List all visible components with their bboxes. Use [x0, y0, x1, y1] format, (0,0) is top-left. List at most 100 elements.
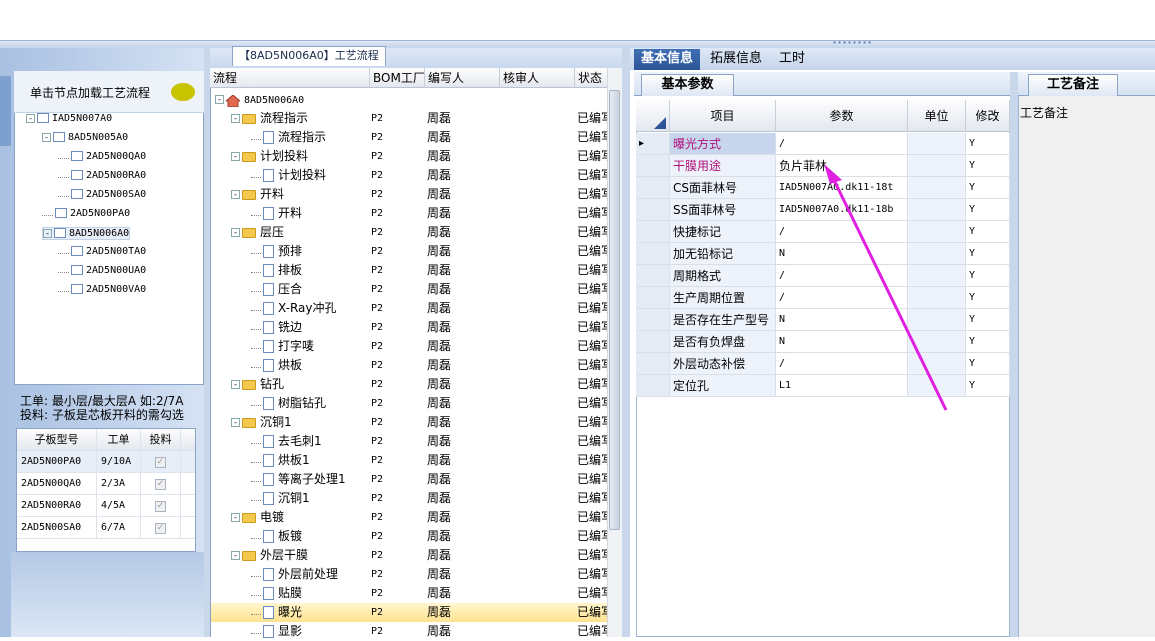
flow-row[interactable]: 流程指示 P2 周磊 已编写: [211, 128, 607, 147]
param-unit[interactable]: [908, 265, 966, 287]
flow-scroll-thumb[interactable]: [609, 90, 620, 530]
subgrid-row[interactable]: 2AD5N00PA0 9/10A ✓: [17, 451, 195, 473]
param-unit[interactable]: [908, 243, 966, 265]
subgrid-header[interactable]: 投料: [141, 429, 181, 451]
flow-row[interactable]: 铣边 P2 周磊 已编写: [211, 318, 607, 337]
tab-extended-info[interactable]: 拓展信息: [703, 49, 769, 70]
param-modify[interactable]: Y: [966, 309, 1010, 331]
tree-node[interactable]: 2AD5N00PA0: [42, 208, 130, 219]
param-unit[interactable]: [908, 287, 966, 309]
flow-row[interactable]: 沉铜1 P2 周磊 已编写: [211, 489, 607, 508]
flow-row[interactable]: 排板 P2 周磊 已编写: [211, 261, 607, 280]
param-unit[interactable]: [908, 155, 966, 177]
left-collapse-tab[interactable]: [0, 76, 11, 146]
param-unit[interactable]: [908, 199, 966, 221]
param-modify[interactable]: Y: [966, 375, 1010, 397]
subgrid-header[interactable]: 工单: [97, 429, 141, 451]
flow-row[interactable]: 压合 P2 周磊 已编写: [211, 280, 607, 299]
param-value[interactable]: 负片菲林: [776, 155, 908, 177]
param-column-header[interactable]: 单位: [908, 100, 966, 132]
param-modify[interactable]: Y: [966, 265, 1010, 287]
param-modify[interactable]: Y: [966, 331, 1010, 353]
param-modify[interactable]: Y: [966, 287, 1010, 309]
row-header[interactable]: [636, 353, 670, 375]
flow-row[interactable]: 预排 P2 周磊 已编写: [211, 242, 607, 261]
feed-checkbox[interactable]: ✓: [155, 500, 166, 512]
middle-splitter[interactable]: [622, 48, 630, 637]
row-header[interactable]: [636, 221, 670, 243]
flow-row[interactable]: - 计划投料 P2 周磊 已编写: [211, 147, 607, 166]
tree-node[interactable]: 2AD5N00SA0: [58, 189, 146, 200]
row-header[interactable]: [636, 331, 670, 353]
tree-node[interactable]: 2AD5N00QA0: [58, 151, 146, 162]
param-value[interactable]: IAD5N007A0.dk11-18b: [776, 199, 908, 221]
row-header[interactable]: ▸: [636, 133, 670, 155]
flow-row[interactable]: 计划投料 P2 周磊 已编写: [211, 166, 607, 185]
flow-row[interactable]: 曝光 P2 周磊 已编写: [211, 603, 607, 622]
param-row[interactable]: SS面菲林号 IAD5N007A0.dk11-18b Y: [636, 199, 1010, 221]
flow-row[interactable]: 板镀 P2 周磊 已编写: [211, 527, 607, 546]
row-header[interactable]: [636, 375, 670, 397]
param-value[interactable]: N: [776, 309, 908, 331]
flow-column-header[interactable]: 编写人: [425, 68, 500, 88]
row-header[interactable]: [636, 199, 670, 221]
right-splitter[interactable]: [1010, 72, 1018, 637]
tab-basic-info[interactable]: 基本信息: [634, 49, 701, 70]
expand-toggle-icon[interactable]: -: [26, 113, 35, 123]
param-row[interactable]: 加无铅标记 N Y: [636, 243, 1010, 265]
feed-checkbox[interactable]: ✓: [155, 456, 166, 468]
flow-column-header[interactable]: 流程: [210, 68, 370, 88]
param-modify[interactable]: Y: [966, 353, 1010, 375]
expand-toggle-icon[interactable]: -: [231, 551, 240, 560]
flow-row[interactable]: 去毛刺1 P2 周磊 已编写: [211, 432, 607, 451]
flow-column-header[interactable]: BOM工厂: [370, 68, 425, 88]
param-column-header[interactable]: 项目: [670, 100, 776, 132]
param-value[interactable]: /: [776, 353, 908, 375]
param-modify[interactable]: Y: [966, 177, 1010, 199]
flow-row[interactable]: - 外层干膜 P2 周磊 已编写: [211, 546, 607, 565]
flow-row[interactable]: 显影 P2 周磊 已编写: [211, 622, 607, 641]
tree-node[interactable]: 2AD5N00TA0: [58, 246, 146, 257]
flow-row[interactable]: 外层前处理 P2 周磊 已编写: [211, 565, 607, 584]
tab-basic-params[interactable]: 基本参数: [641, 74, 734, 96]
param-modify[interactable]: Y: [966, 133, 1010, 155]
tree-node[interactable]: 2AD5N00RA0: [58, 170, 146, 181]
flow-column-header[interactable]: 核审人: [500, 68, 575, 88]
param-row[interactable]: 外层动态补偿 / Y: [636, 353, 1010, 375]
param-value[interactable]: /: [776, 287, 908, 309]
flow-row[interactable]: - 流程指示 P2 周磊 已编写: [211, 109, 607, 128]
feed-checkbox[interactable]: ✓: [155, 478, 166, 490]
param-column-header[interactable]: 参数: [776, 100, 908, 132]
param-row[interactable]: CS面菲林号 IAD5N007A0.dk11-18t Y: [636, 177, 1010, 199]
tab-process-notes[interactable]: 工艺备注: [1028, 74, 1118, 96]
expand-toggle-icon[interactable]: -: [231, 228, 240, 237]
param-value[interactable]: IAD5N007A0.dk11-18t: [776, 177, 908, 199]
row-header[interactable]: [636, 287, 670, 309]
tree-node[interactable]: - IAD5N007A0: [26, 113, 112, 124]
param-unit[interactable]: [908, 133, 966, 155]
chat-bubble-icon[interactable]: [171, 83, 195, 101]
param-value[interactable]: L1: [776, 375, 908, 397]
flow-row[interactable]: - 开料 P2 周磊 已编写: [211, 185, 607, 204]
param-value[interactable]: /: [776, 265, 908, 287]
subgrid-row[interactable]: 2AD5N00RA0 4/5A ✓: [17, 495, 195, 517]
param-row[interactable]: 是否有负焊盘 N Y: [636, 331, 1010, 353]
expand-toggle-icon[interactable]: -: [231, 513, 240, 522]
param-unit[interactable]: [908, 309, 966, 331]
top-splitter[interactable]: [0, 40, 1155, 48]
flow-row[interactable]: - 电镀 P2 周磊 已编写: [211, 508, 607, 527]
param-modify[interactable]: Y: [966, 243, 1010, 265]
flow-row[interactable]: 开料 P2 周磊 已编写: [211, 204, 607, 223]
row-header[interactable]: [636, 243, 670, 265]
param-unit[interactable]: [908, 331, 966, 353]
expand-toggle-icon[interactable]: -: [43, 228, 52, 238]
param-value[interactable]: N: [776, 331, 908, 353]
tree-node[interactable]: 2AD5N00UA0: [58, 265, 146, 276]
flow-row[interactable]: 贴膜 P2 周磊 已编写: [211, 584, 607, 603]
param-unit[interactable]: [908, 353, 966, 375]
flow-row[interactable]: - 层压 P2 周磊 已编写: [211, 223, 607, 242]
flow-row[interactable]: 等离子处理1 P2 周磊 已编写: [211, 470, 607, 489]
param-row[interactable]: ▸ 曝光方式 / Y: [636, 133, 1010, 155]
subgrid-row[interactable]: 2AD5N00QA0 2/3A ✓: [17, 473, 195, 495]
tree-node[interactable]: 2AD5N00VA0: [58, 284, 146, 295]
